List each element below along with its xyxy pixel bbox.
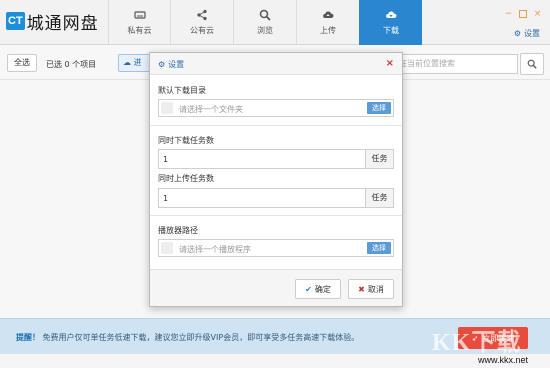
notice-body: 免费用户仅可单任务低速下载，建议您立即升级VIP会员，即可享受多任务高速下载体验… [42,333,360,342]
tab-label: 浏览 [257,26,273,35]
divider [150,125,402,126]
notice-prefix: 提醒！ [16,333,40,342]
player-path-placeholder: 请选择一个播放程序 [179,245,251,254]
unit-label: 任务 [365,189,393,207]
concurrent-download-label: 同时下载任务数 [158,136,214,145]
concurrent-upload-value: 1 [163,194,169,203]
watermark-url: www.kkx.net [478,355,529,365]
tab-browse[interactable]: 浏览 [233,0,296,45]
player-path-browse-button[interactable]: 选择 [367,242,391,254]
search-icon [259,9,271,21]
check-icon: ✔ [305,284,312,294]
dialog-header: ⚙ 设置 × [150,53,402,75]
logo-badge: CT [6,12,25,30]
tab-upload[interactable]: 上传 [296,0,359,45]
dialog-title-text: 设置 [168,60,185,69]
download-dir-label: 默认下载目录 [158,86,206,95]
unit-label: 任务 [365,150,393,168]
maximize-icon[interactable] [519,10,527,18]
tab-label: 下载 [383,26,399,35]
search-button[interactable] [520,53,544,75]
download-dir-browse-button[interactable]: 选择 [367,102,391,114]
tab-label: 私有云 [127,26,152,35]
watermark-logo: KK下载 [432,330,522,356]
player-icon [161,242,173,254]
logo-text: 城通网盘 [26,13,99,34]
tab-label: 上传 [320,26,336,35]
app-header: CT 城通网盘 私有云 公有云 浏览 上传 下载 − × ⚙ 设置 [0,0,550,45]
dialog-footer: ✔ 确定 ✖ 取消 [150,269,402,306]
player-path-field[interactable]: 请选择一个播放程序 选择 [158,239,394,257]
x-icon: ✖ [358,284,365,294]
download-dir-field[interactable]: 请选择一个文件夹 选择 [158,99,394,117]
gear-icon: ⚙ [158,60,166,69]
search-icon [527,59,537,69]
download-icon [161,102,173,114]
settings-label: 设置 [524,29,540,38]
app-logo: CT 城通网盘 [6,9,99,34]
tab-public-cloud[interactable]: 公有云 [170,0,233,45]
window-controls: − × [504,10,542,19]
select-all-button[interactable]: 全选 [7,54,37,72]
close-icon[interactable]: × [533,10,542,19]
drive-icon [133,11,146,19]
ok-button[interactable]: ✔ 确定 [295,279,341,299]
concurrent-download-value: 1 [163,155,169,164]
concurrent-upload-label: 同时上传任务数 [158,174,214,183]
upload-label: 进 [133,58,142,67]
selected-count: 已选 0 个项目 [46,60,97,69]
cloud-download-icon [386,11,397,18]
divider [150,215,402,216]
settings-dialog: ⚙ 设置 × 默认下载目录 请选择一个文件夹 选择 同时下载任务数 1 任务 同… [149,52,403,307]
cancel-label: 取消 [367,284,384,294]
cloud-icon: ☁ [123,58,131,67]
cancel-button[interactable]: ✖ 取消 [348,279,394,299]
tab-private-cloud[interactable]: 私有云 [108,0,170,45]
dialog-title: ⚙ 设置 [158,59,184,70]
ok-label: 确定 [314,284,331,294]
concurrent-upload-field[interactable]: 1 任务 [158,188,394,208]
minimize-icon[interactable]: − [504,10,513,19]
share-icon [197,9,207,21]
notice-text: 提醒！ 免费用户仅可单任务低速下载，建议您立即升级VIP会员，即可享受多任务高速… [16,332,359,343]
concurrent-download-field[interactable]: 1 任务 [158,149,394,169]
tab-label: 公有云 [190,26,214,35]
gear-icon: ⚙ [513,29,521,38]
settings-link[interactable]: ⚙ 设置 [514,28,540,39]
dialog-close-icon[interactable]: × [386,58,394,69]
cloud-upload-icon [323,11,334,18]
download-dir-placeholder: 请选择一个文件夹 [179,105,243,114]
tab-download[interactable]: 下载 [359,0,422,45]
player-path-label: 播放器路径 [158,226,198,235]
